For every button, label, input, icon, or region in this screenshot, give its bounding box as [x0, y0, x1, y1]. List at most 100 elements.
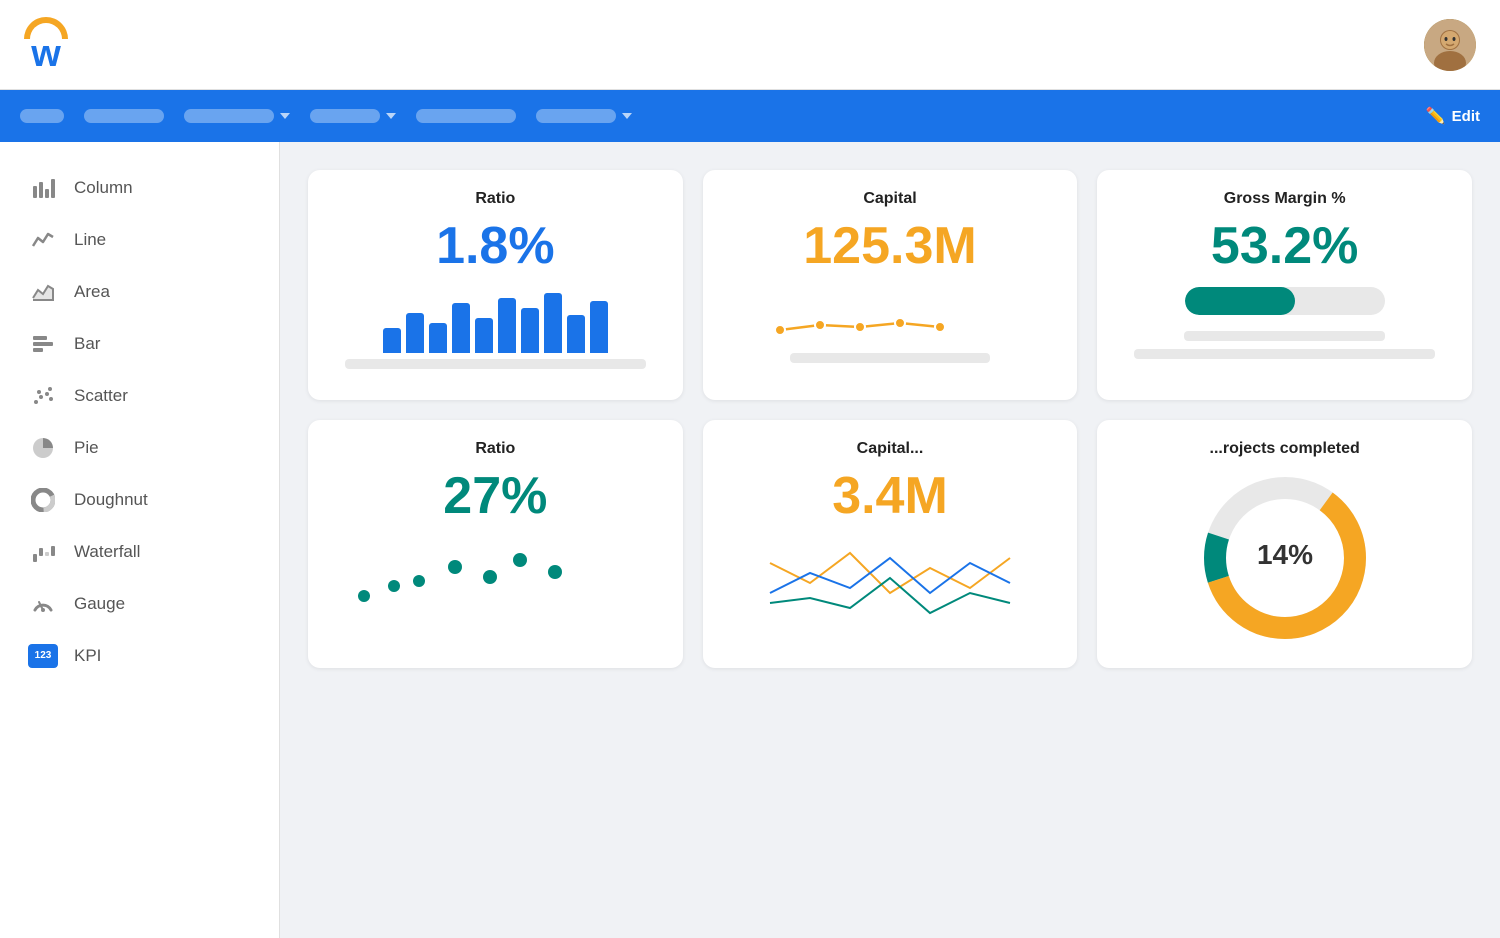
nav-dropdown-4[interactable] [536, 109, 632, 123]
sidebar-item-gauge[interactable]: Gauge [0, 578, 279, 630]
line-chart-1 [723, 285, 1058, 345]
scatter-icon [28, 384, 58, 408]
card-value-capital-2: 3.4M [723, 468, 1058, 525]
sidebar-label-doughnut: Doughnut [74, 490, 148, 510]
edit-icon: ✏️ [1426, 106, 1446, 126]
scatter-dot [358, 590, 370, 602]
sidebar-label-bar: Bar [74, 334, 100, 354]
avatar[interactable] [1424, 19, 1476, 71]
scatter-dot [483, 570, 497, 584]
nav-item-4 [310, 109, 380, 123]
gauge-icon [28, 592, 58, 616]
card-value-gross-margin: 53.2% [1117, 218, 1452, 275]
bar-segment [567, 315, 585, 353]
sidebar-item-scatter[interactable]: Scatter [0, 370, 279, 422]
card-value-ratio-1: 1.8% [328, 218, 663, 275]
nav-bar: ✏️ Edit [0, 90, 1500, 142]
sidebar-label-kpi: KPI [74, 646, 101, 666]
progress-bar-fill [1185, 287, 1295, 315]
sidebar-label-pie: Pie [74, 438, 99, 458]
scatter-dot [513, 553, 527, 567]
logo-letter: w [31, 35, 61, 73]
doughnut-chart: 14% [1117, 468, 1452, 648]
sidebar-label-line: Line [74, 230, 106, 250]
bar-segment [521, 308, 539, 353]
bar-segment [590, 301, 608, 353]
column-icon [28, 176, 58, 200]
sidebar-item-waterfall[interactable]: Waterfall [0, 526, 279, 578]
main-layout: Column Line Area [0, 142, 1500, 938]
card-capital-1: Capital 125.3M [703, 170, 1078, 400]
card-capital-2: Capital... 3.4M [703, 420, 1078, 668]
bar-chart-1 [328, 283, 663, 353]
kpi-icon: 123 [28, 644, 58, 668]
card-projects: ...rojects completed 14% [1097, 420, 1472, 668]
bar-icon [28, 332, 58, 356]
multi-line-chart [723, 533, 1058, 623]
nav-item-5[interactable] [416, 109, 516, 123]
bar-segment [475, 318, 493, 353]
pie-icon [28, 436, 58, 460]
card-title-projects: ...rojects completed [1117, 440, 1452, 458]
scatter-chart [328, 535, 663, 615]
sidebar-label-column: Column [74, 178, 133, 198]
skeleton-2 [790, 353, 991, 363]
content-area: Ratio 1.8% Capital 125.3M [280, 142, 1500, 938]
top-header: w [0, 0, 1500, 90]
card-gross-margin: Gross Margin % 53.2% [1097, 170, 1472, 400]
nav-item-3 [184, 109, 274, 123]
scatter-dot [388, 580, 400, 592]
card-ratio-2: Ratio 27% [308, 420, 683, 668]
nav-items [20, 109, 632, 123]
scatter-dot [548, 565, 562, 579]
nav-item-6 [536, 109, 616, 123]
sidebar-label-gauge: Gauge [74, 594, 125, 614]
progress-bar-bg [1185, 287, 1385, 315]
line-icon [28, 228, 58, 252]
sidebar-label-scatter: Scatter [74, 386, 128, 406]
waterfall-icon [28, 540, 58, 564]
nav-arrow-3 [622, 113, 632, 119]
sidebar-item-line[interactable]: Line [0, 214, 279, 266]
sidebar-item-pie[interactable]: Pie [0, 422, 279, 474]
area-icon [28, 280, 58, 304]
bar-segment [452, 303, 470, 353]
skeleton-1 [345, 359, 646, 369]
sidebar-item-kpi[interactable]: 123 KPI [0, 630, 279, 682]
card-value-capital-1: 125.3M [723, 218, 1058, 275]
progress-bar-container [1117, 287, 1452, 315]
nav-item-2 [84, 109, 164, 123]
sidebar-label-area: Area [74, 282, 110, 302]
skeleton-4 [1134, 349, 1435, 359]
card-title-gross-margin: Gross Margin % [1117, 190, 1452, 208]
skeleton-3 [1184, 331, 1385, 341]
sidebar-label-waterfall: Waterfall [74, 542, 140, 562]
edit-label: Edit [1452, 108, 1480, 125]
sidebar-item-column[interactable]: Column [0, 162, 279, 214]
scatter-dot [413, 575, 425, 587]
edit-button[interactable]: ✏️ Edit [1426, 106, 1480, 126]
card-title-ratio-2: Ratio [328, 440, 663, 458]
card-value-ratio-2: 27% [328, 468, 663, 525]
card-title-ratio-1: Ratio [328, 190, 663, 208]
nav-item-1[interactable] [20, 109, 64, 123]
sidebar: Column Line Area [0, 142, 280, 938]
svg-text:14%: 14% [1257, 539, 1313, 570]
bar-segment [544, 293, 562, 353]
nav-dropdown-2[interactable] [184, 109, 290, 123]
bar-segment [383, 328, 401, 353]
sidebar-item-doughnut[interactable]: Doughnut [0, 474, 279, 526]
bar-segment [406, 313, 424, 353]
nav-arrow-2 [386, 113, 396, 119]
sidebar-item-area[interactable]: Area [0, 266, 279, 318]
card-title-capital-2: Capital... [723, 440, 1058, 458]
doughnut-icon [28, 488, 58, 512]
logo: w [24, 17, 68, 73]
cards-grid: Ratio 1.8% Capital 125.3M [308, 170, 1472, 668]
nav-dropdown-3[interactable] [310, 109, 396, 123]
nav-dropdown-1[interactable] [84, 109, 164, 123]
card-title-capital-1: Capital [723, 190, 1058, 208]
bar-segment [498, 298, 516, 353]
sidebar-item-bar[interactable]: Bar [0, 318, 279, 370]
bar-segment [429, 323, 447, 353]
